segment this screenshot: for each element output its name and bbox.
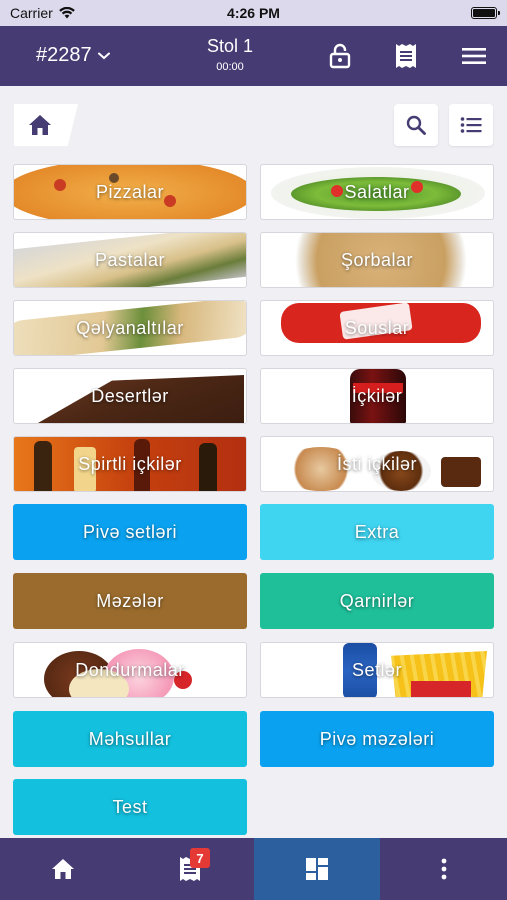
- lock-button[interactable]: [326, 42, 354, 70]
- category-label: Pivə setləri: [82, 521, 178, 542]
- category-label: Spirtli içkilər: [78, 453, 182, 474]
- category-tile[interactable]: Spirtli içkilər: [13, 436, 247, 492]
- category-tile[interactable]: İsti içkilər: [260, 436, 494, 492]
- order-number: #2287: [36, 44, 92, 66]
- category-label: Pizzalar: [95, 181, 165, 202]
- category-label: Pastalar: [94, 249, 166, 270]
- category-label: Setlər: [351, 659, 403, 680]
- category-label: Dondurmalar: [75, 659, 185, 680]
- table-name: Stol 1: [206, 36, 254, 56]
- bottle-image: [34, 441, 52, 491]
- home-breadcrumb[interactable]: [14, 104, 78, 146]
- category-label: Test: [112, 796, 148, 817]
- category-label: Salatlar: [344, 181, 410, 202]
- category-label: İsti içkilər: [336, 453, 417, 474]
- order-selector[interactable]: #2287: [36, 44, 110, 67]
- category-label: İçkilər: [351, 385, 403, 406]
- category-label: Qəlyanaltılar: [76, 317, 184, 338]
- tab-home[interactable]: [0, 838, 127, 900]
- category-grid: Pizzalar Salatlar Pastalar Şorbalar Qəly…: [0, 162, 507, 838]
- category-label: Pivə məzələri: [319, 728, 435, 749]
- bottle-image: [199, 443, 217, 491]
- category-label: Məhsullar: [88, 728, 172, 749]
- category-tile[interactable]: Extra: [260, 504, 494, 560]
- tab-orders[interactable]: [127, 838, 254, 900]
- tab-more[interactable]: [380, 838, 507, 900]
- tab-categories[interactable]: [253, 838, 381, 900]
- category-tile[interactable]: Setlər: [260, 642, 494, 698]
- search-button[interactable]: [394, 104, 438, 146]
- table-timer: 00:00: [216, 61, 244, 73]
- orders-count-badge: 7: [190, 848, 210, 868]
- category-tile[interactable]: Pivə setləri: [13, 504, 247, 560]
- category-label: Souslar: [344, 317, 410, 338]
- category-tile[interactable]: İçkilər: [260, 368, 494, 424]
- receipt-icon: [396, 44, 416, 68]
- bottom-tab-bar: 7: [0, 838, 507, 900]
- battery-icon: [471, 7, 500, 19]
- category-tile[interactable]: Məhsullar: [13, 711, 247, 767]
- category-tile[interactable]: Qəlyanaltılar: [13, 300, 247, 356]
- category-label: Məzələr: [96, 590, 164, 611]
- receipt-button[interactable]: [392, 42, 420, 70]
- chevron-down-icon: [97, 52, 110, 59]
- drink-glass-image: [441, 457, 481, 487]
- home-icon: [29, 115, 51, 135]
- status-time: 4:26 PM: [227, 5, 280, 21]
- fries-box-image: [411, 681, 471, 697]
- category-label: Extra: [354, 521, 400, 542]
- category-tile[interactable]: Test: [13, 779, 247, 835]
- category-tile[interactable]: Məzələr: [13, 573, 247, 629]
- category-label: Qarnirlər: [339, 590, 415, 611]
- category-label: Desertlər: [91, 385, 169, 406]
- status-bar: Carrier 4:26 PM: [0, 0, 507, 26]
- carrier-label: Carrier: [10, 5, 53, 21]
- category-tile[interactable]: Souslar: [260, 300, 494, 356]
- category-label: Şorbalar: [340, 249, 414, 270]
- more-vertical-icon: [441, 858, 447, 880]
- category-tile[interactable]: Dondurmalar: [13, 642, 247, 698]
- header-bar: #2287 Stol 1 00:00: [0, 26, 507, 86]
- category-tile[interactable]: Şorbalar: [260, 232, 494, 288]
- search-icon: [406, 115, 426, 135]
- menu-button[interactable]: [460, 42, 488, 70]
- category-tile[interactable]: Desertlər: [13, 368, 247, 424]
- category-tile[interactable]: Qarnirlər: [260, 573, 494, 629]
- pizza-topping: [164, 195, 176, 207]
- category-tile[interactable]: Pivə məzələri: [260, 711, 494, 767]
- table-title: Stol 1 00:00: [180, 36, 280, 73]
- hamburger-menu-icon: [462, 48, 486, 64]
- status-left: Carrier: [10, 5, 75, 21]
- home-icon: [52, 859, 75, 879]
- wifi-icon: [58, 7, 75, 19]
- tomato-image: [411, 181, 423, 193]
- pizza-topping: [54, 179, 66, 191]
- toolbar: [0, 86, 507, 162]
- unlock-icon: [329, 43, 351, 69]
- tomato-image: [331, 185, 343, 197]
- category-tile[interactable]: Salatlar: [260, 164, 494, 220]
- category-tile[interactable]: Pastalar: [13, 232, 247, 288]
- category-tile[interactable]: Pizzalar: [13, 164, 247, 220]
- list-icon: [460, 117, 482, 133]
- list-view-button[interactable]: [449, 104, 493, 146]
- dashboard-icon: [305, 858, 328, 880]
